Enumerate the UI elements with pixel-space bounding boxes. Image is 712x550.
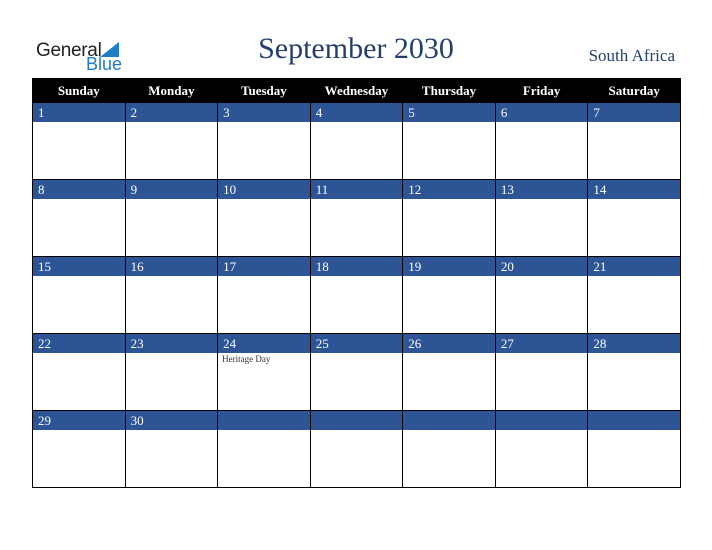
day-cell[interactable]: 17	[217, 256, 311, 334]
day-cell[interactable]: 27	[494, 333, 589, 411]
day-cell[interactable]: 15	[32, 256, 126, 334]
day-number	[588, 411, 680, 430]
day-cell[interactable]	[494, 410, 589, 488]
day-number: 5	[403, 103, 495, 122]
day-number: 21	[588, 257, 680, 276]
day-cell[interactable]: 3	[217, 102, 311, 180]
day-number	[495, 411, 588, 430]
holiday-label: Heritage Day	[222, 354, 271, 364]
day-cell[interactable]: 13	[494, 179, 589, 257]
day-cell[interactable]: 19	[402, 256, 496, 334]
weekday-header-row: Sunday Monday Tuesday Wednesday Thursday Frid…	[32, 78, 681, 103]
day-number: 17	[218, 257, 310, 276]
week-row: 22 23 24 Heritage Day 25 26 27 28	[32, 333, 681, 411]
day-number: 16	[125, 257, 218, 276]
day-cell[interactable]: 8	[32, 179, 126, 257]
day-cell[interactable]: 4	[309, 102, 404, 180]
day-number: 3	[218, 103, 310, 122]
day-cell[interactable]	[402, 410, 496, 488]
weekday-header: Wednesday	[309, 78, 404, 103]
day-cell[interactable]: 6	[494, 102, 589, 180]
day-number: 27	[495, 334, 588, 353]
day-cell[interactable]	[217, 410, 311, 488]
day-cell[interactable]: 11	[309, 179, 404, 257]
weekday-header: Friday	[494, 78, 589, 103]
day-number: 15	[33, 257, 125, 276]
week-row: 29 30	[32, 410, 681, 488]
week-row: 1234567	[32, 102, 681, 180]
day-number: 18	[310, 257, 403, 276]
day-cell[interactable]: 18	[309, 256, 404, 334]
day-cell[interactable]: 5	[402, 102, 496, 180]
day-cell[interactable]: 28	[587, 333, 681, 411]
day-cell[interactable]: 20	[494, 256, 589, 334]
day-number: 29	[33, 411, 125, 430]
day-number: 26	[403, 334, 495, 353]
day-cell[interactable]: 10	[217, 179, 311, 257]
day-cell[interactable]: 1	[32, 102, 126, 180]
day-number	[403, 411, 495, 430]
day-cell[interactable]: 22	[32, 333, 126, 411]
day-cell[interactable]	[587, 410, 681, 488]
day-number: 20	[495, 257, 588, 276]
day-number: 23	[125, 334, 218, 353]
weekday-header: Saturday	[587, 78, 681, 103]
day-number: 7	[588, 103, 680, 122]
week-row: 8 9 10 11 12 13 14	[32, 179, 681, 257]
day-number: 12	[403, 180, 495, 199]
day-cell[interactable]: 7	[587, 102, 681, 180]
day-cell[interactable]: 14	[587, 179, 681, 257]
day-number: 28	[588, 334, 680, 353]
day-cell[interactable]: 12	[402, 179, 496, 257]
calendar-grid: Sunday Monday Tuesday Wednesday Thursday Frid…	[32, 78, 681, 488]
day-number: 4	[310, 103, 403, 122]
day-cell[interactable]: 2	[124, 102, 219, 180]
weekday-header: Monday	[124, 78, 219, 103]
weekday-header: Thursday	[402, 78, 496, 103]
weekday-header: Tuesday	[217, 78, 311, 103]
day-number: 13	[495, 180, 588, 199]
day-number	[310, 411, 403, 430]
weekday-header: Sunday	[32, 78, 126, 103]
week-row: 15 16 17 18 19 20 21	[32, 256, 681, 334]
day-number: 14	[588, 180, 680, 199]
day-number: 9	[125, 180, 218, 199]
day-number: 19	[403, 257, 495, 276]
day-number	[218, 411, 310, 430]
day-cell[interactable]: 26	[402, 333, 496, 411]
day-cell[interactable]: 9	[124, 179, 219, 257]
day-number: 2	[125, 103, 218, 122]
day-number: 24	[218, 334, 310, 353]
day-number: 30	[125, 411, 218, 430]
day-cell[interactable]: 21	[587, 256, 681, 334]
day-cell[interactable]: 30	[124, 410, 219, 488]
day-number: 25	[310, 334, 403, 353]
country-label: South Africa	[588, 46, 675, 65]
day-cell[interactable]	[309, 410, 404, 488]
day-number: 1	[33, 103, 125, 122]
day-number: 6	[495, 103, 588, 122]
day-cell[interactable]: 29	[32, 410, 126, 488]
day-number: 11	[310, 180, 403, 199]
day-cell[interactable]: 16	[124, 256, 219, 334]
day-number: 10	[218, 180, 310, 199]
day-number: 8	[33, 180, 125, 199]
day-cell[interactable]: 24 Heritage Day	[217, 333, 311, 411]
day-number: 22	[33, 334, 125, 353]
day-cell[interactable]: 23	[124, 333, 219, 411]
day-cell[interactable]: 25	[309, 333, 404, 411]
